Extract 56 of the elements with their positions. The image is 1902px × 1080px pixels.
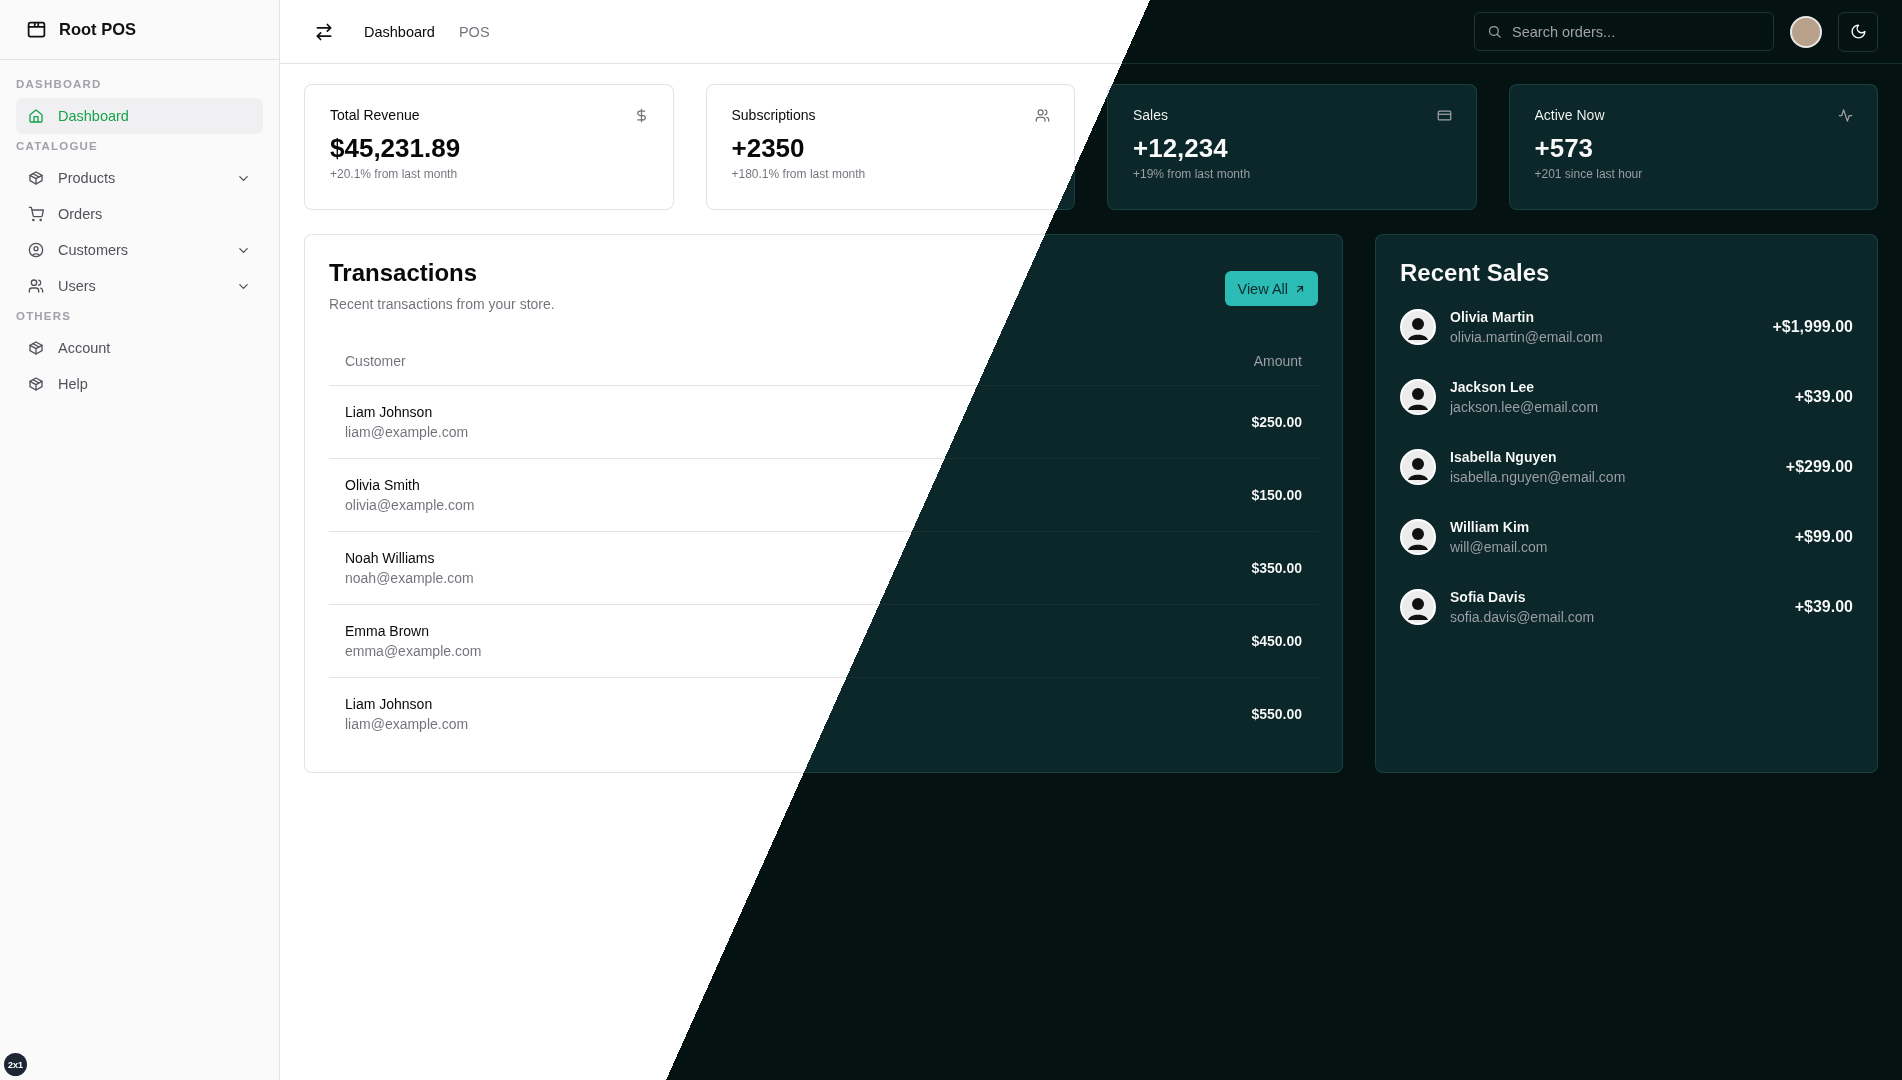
- amount-cell: $550.00: [1251, 706, 1302, 722]
- stat-title: Subscriptions: [731, 107, 816, 123]
- sidebar-item[interactable]: Products: [16, 160, 263, 196]
- sale-amount: +$1,999.00: [1772, 318, 1853, 336]
- stat-title: Sales: [1133, 107, 1169, 123]
- user-circle-icon: [28, 242, 44, 258]
- credit-card-icon: [1436, 107, 1452, 123]
- stat-title: Total Revenue: [330, 107, 420, 123]
- section-label: OTHERS: [16, 309, 73, 324]
- users-icon: [28, 278, 44, 294]
- sale-amount: +$39.00: [1794, 388, 1853, 406]
- avatar-icon: [1400, 589, 1436, 625]
- package-icon: [28, 340, 44, 356]
- sidebar-item[interactable]: Customers: [16, 232, 263, 268]
- user-avatar[interactable]: [1790, 15, 1822, 48]
- sidebar-item[interactable]: Users: [16, 268, 263, 304]
- activity-icon: [1838, 107, 1853, 123]
- customer-email: emma@example.com: [345, 643, 482, 659]
- avatar-icon: [1400, 519, 1436, 555]
- search-input[interactable]: Search orders...: [1510, 22, 1761, 41]
- app-name: Root POS: [59, 20, 136, 39]
- package-icon: [28, 376, 44, 392]
- sidebar-item[interactable]: Orders: [16, 196, 263, 232]
- customer-email: noah@example.com: [345, 570, 474, 586]
- amount-cell: $450.00: [1251, 633, 1302, 649]
- swap-icon[interactable]: [314, 21, 334, 42]
- amount-cell: $250.00: [1251, 414, 1302, 430]
- card-subtitle: Recent transactions from your store.: [329, 296, 555, 312]
- theme-toggle-button[interactable]: [1838, 11, 1878, 52]
- sale-amount: +$39.00: [1794, 598, 1853, 616]
- section-label: CATALOGUE: [16, 139, 99, 154]
- amount-cell: $350.00: [1251, 560, 1302, 576]
- moon-icon: [1849, 23, 1867, 40]
- sidebar-item[interactable]: Account: [16, 330, 263, 366]
- breakpoint-badge: 2x1: [4, 1053, 27, 1076]
- section-label: DASHBOARD: [16, 77, 103, 92]
- box-icon: [26, 19, 47, 40]
- package-icon: [28, 170, 44, 186]
- home-icon: [28, 108, 44, 124]
- avatar-icon: [1400, 379, 1436, 415]
- avatar-icon: [1400, 309, 1436, 345]
- search-icon: [1487, 24, 1502, 39]
- sale-amount: +$99.00: [1794, 528, 1853, 546]
- sidebar-item[interactable]: Help: [16, 366, 263, 402]
- avatar-icon: [1400, 449, 1436, 485]
- sale-amount: +$299.00: [1785, 458, 1853, 476]
- customer-email: liam@example.com: [345, 716, 469, 732]
- stat-title: Active Now: [1534, 107, 1605, 123]
- cart-icon: [28, 206, 44, 222]
- users-icon: [1035, 107, 1050, 123]
- amount-cell: $150.00: [1251, 487, 1302, 503]
- search-field[interactable]: Search orders...: [1474, 12, 1774, 51]
- nav-link[interactable]: Dashboard: [364, 23, 435, 40]
- customer-email: liam@example.com: [345, 424, 469, 440]
- customer-email: olivia@example.com: [345, 497, 475, 513]
- view-all-button[interactable]: View All: [1225, 271, 1318, 306]
